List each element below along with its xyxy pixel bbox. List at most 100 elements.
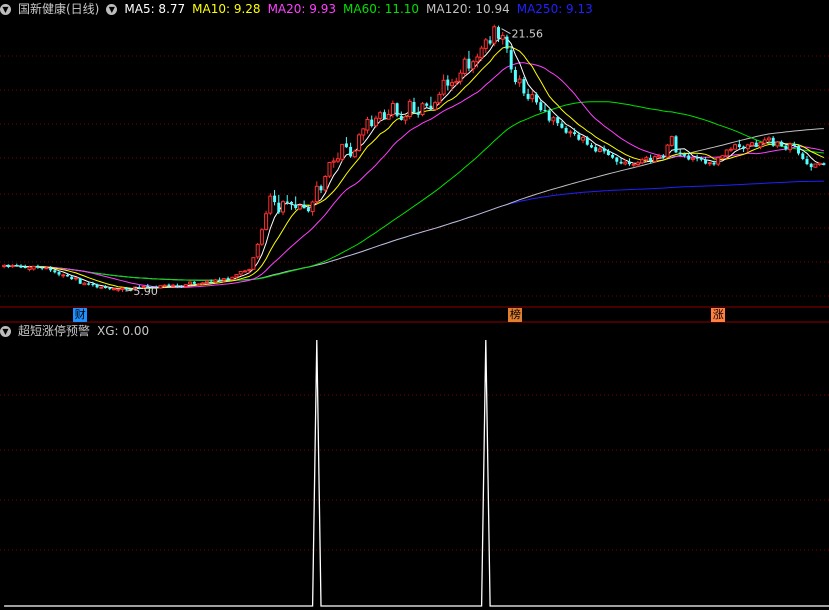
candle-up: [99, 286, 104, 289]
candle-down: [649, 157, 653, 162]
candle-down: [285, 201, 289, 203]
candle-down: [754, 142, 758, 147]
candle-up: [437, 93, 442, 104]
candle-down: [344, 143, 348, 148]
candle-down: [712, 162, 716, 165]
candle-up: [758, 142, 763, 148]
candle-up: [44, 267, 49, 270]
candle-down: [467, 58, 471, 69]
ma20-label: MA20: 9.93: [267, 2, 336, 16]
candle-up: [230, 276, 235, 280]
candle-down: [57, 272, 61, 275]
candle-down: [395, 103, 399, 116]
candle-down: [429, 105, 433, 110]
candle-down: [416, 112, 420, 115]
candle-up: [813, 163, 818, 168]
candle-up: [247, 269, 252, 272]
candle-down: [784, 145, 788, 150]
candle-up: [234, 274, 239, 278]
candle-up: [188, 281, 192, 285]
candle-down: [167, 284, 171, 287]
candle-down: [87, 283, 91, 285]
candle-down: [792, 143, 796, 146]
candle-up: [458, 72, 463, 82]
event-badge[interactable]: 财: [73, 308, 88, 322]
candle-down: [125, 287, 129, 290]
candle-down: [797, 145, 800, 154]
candle-down: [273, 195, 277, 203]
candle-down: [91, 283, 95, 286]
candle-up: [690, 157, 695, 160]
candle-up: [82, 282, 87, 286]
candle-up: [581, 136, 585, 141]
candle-up: [281, 201, 285, 213]
candle-up: [213, 279, 218, 283]
xg-value-label: XG: 0.00: [97, 324, 150, 338]
candle-down: [412, 102, 416, 113]
candle-up: [597, 148, 602, 152]
candle-down: [674, 136, 678, 153]
candle-down: [218, 280, 222, 282]
candle-down: [809, 163, 813, 168]
candle-up: [386, 114, 391, 120]
candle-down: [497, 27, 500, 39]
candle-up: [652, 156, 657, 162]
ma120-line: [4, 128, 824, 281]
event-badge[interactable]: 榜: [508, 308, 523, 322]
candle-up: [483, 39, 488, 49]
candle-down: [564, 128, 568, 133]
candle-down: [319, 186, 323, 191]
candle-up: [788, 143, 793, 151]
candle-up: [238, 271, 243, 275]
candle-down: [175, 285, 179, 287]
candle-up: [454, 80, 459, 84]
candle-up: [657, 155, 662, 158]
event-badge[interactable]: 涨: [711, 308, 726, 322]
candle-up: [716, 157, 721, 165]
candle-up: [255, 243, 260, 258]
candle-down: [446, 79, 450, 86]
candle-down: [425, 103, 429, 106]
candle-down: [539, 102, 543, 111]
candle-down: [49, 268, 53, 271]
ma10-line: [4, 46, 825, 289]
indicator-menu-icon[interactable]: ▼: [106, 3, 118, 15]
candle-down: [560, 123, 564, 128]
ma250-line: [4, 180, 824, 281]
candle-up: [720, 155, 725, 159]
candle-down: [513, 70, 517, 82]
candle-down: [602, 148, 606, 152]
candle-down: [780, 141, 784, 147]
candle-up: [665, 144, 670, 158]
candle-down: [382, 112, 386, 120]
candle-up: [268, 195, 273, 214]
candle-down: [302, 204, 306, 209]
candle-up: [669, 136, 674, 146]
candle-down: [509, 50, 513, 70]
candle-down: [606, 151, 610, 155]
candle-up: [2, 264, 7, 267]
candle-down: [209, 281, 213, 283]
candle-down: [805, 159, 809, 165]
candle-up: [31, 265, 36, 270]
candle-down: [704, 159, 708, 164]
candle-down: [661, 155, 665, 157]
ma10-label: MA10: 9.28: [192, 2, 261, 16]
candle-down: [590, 145, 593, 148]
candle-down: [36, 265, 40, 268]
sub-indicator-menu-icon[interactable]: ▼: [0, 325, 11, 337]
candle-down: [180, 286, 184, 288]
candle-up: [27, 266, 32, 270]
candle-down: [40, 267, 44, 269]
candle-up: [357, 134, 362, 151]
candle-down: [547, 111, 551, 121]
settings-icon[interactable]: ▼: [0, 3, 11, 15]
candle-down: [53, 270, 57, 273]
candle-down: [543, 110, 547, 111]
ma60-label: MA60: 11.10: [343, 2, 420, 16]
candle-down: [611, 154, 615, 158]
candle-down: [70, 276, 74, 280]
sub-chart-header: ▼ 超短涨停预警 XG: 0.00: [0, 322, 156, 340]
candle-down: [628, 161, 631, 165]
candle-down: [682, 154, 686, 156]
